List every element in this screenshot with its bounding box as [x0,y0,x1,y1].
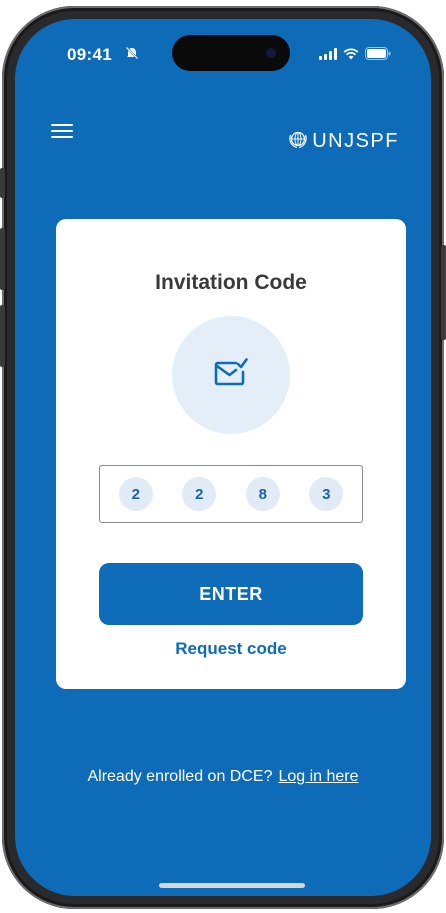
bell-slash-icon [125,46,139,65]
app-screen: 09:41 UNJSPF Invitation Code 2 2 8 3 ENT… [15,19,431,896]
volume-down-button [0,305,5,367]
invitation-card: Invitation Code 2 2 8 3 ENTER Request co… [56,219,406,689]
page-title: Invitation Code [155,271,307,294]
invitation-code-input[interactable]: 2 2 8 3 [99,465,363,523]
battery-icon [365,47,391,65]
power-button [441,245,446,340]
wifi-icon [343,47,359,65]
enrolled-prompt: Already enrolled on DCE? Log in here [15,768,431,786]
code-digit-4[interactable]: 3 [309,477,344,511]
brand-logo: UNJSPF [288,129,399,154]
request-code-link[interactable]: Request code [56,639,406,659]
code-digit-2[interactable]: 2 [182,477,217,511]
mute-switch [0,168,5,198]
enrolled-text: Already enrolled on DCE? [87,768,273,785]
mail-check-icon [214,357,248,393]
mail-illustration [172,316,290,434]
login-link[interactable]: Log in here [278,768,358,785]
code-digit-1[interactable]: 2 [118,477,153,511]
status-time: 09:41 [67,45,112,64]
volume-up-button [0,228,5,290]
brand-name: UNJSPF [312,130,399,152]
status-bar: 09:41 [15,19,431,79]
camera-dot [266,48,276,58]
hamburger-menu-icon[interactable] [51,124,73,140]
un-emblem-icon [288,129,308,154]
code-digit-3[interactable]: 8 [245,477,280,511]
status-icons [319,47,391,65]
dynamic-island [172,35,290,71]
signal-icon [319,47,337,65]
home-indicator[interactable] [159,883,305,888]
enter-button[interactable]: ENTER [99,563,363,625]
